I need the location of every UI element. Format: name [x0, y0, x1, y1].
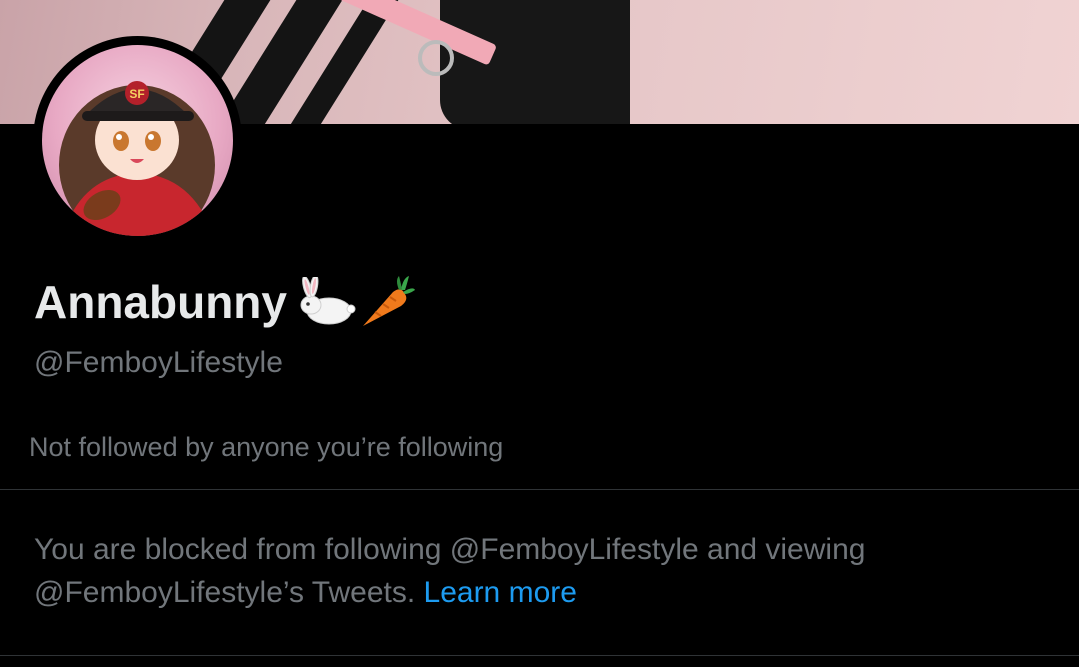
rabbit-icon	[297, 277, 357, 327]
blocked-notice-line-2: @FemboyLifestyle’s Tweets. Learn more	[34, 571, 1054, 614]
banner-skirt	[440, 0, 630, 124]
divider	[0, 489, 1079, 490]
banner-ring	[418, 40, 454, 76]
learn-more-link[interactable]: Learn more	[424, 576, 577, 609]
avatar[interactable]: SF	[42, 45, 233, 236]
blocked-notice-line-1: You are blocked from following @FemboyLi…	[34, 533, 866, 566]
blocked-notice: You are blocked from following @FemboyLi…	[34, 528, 1054, 614]
blocked-notice-line-2-text: @FemboyLifestyle’s Tweets.	[34, 576, 416, 609]
followers-you-know-text[interactable]: Not followed by anyone you’re following	[29, 430, 503, 464]
display-name-text: Annabunny	[34, 276, 287, 328]
profile-handle: @FemboyLifestyle	[34, 346, 283, 379]
profile-display-name: Annabunny	[34, 274, 415, 330]
avatar-illustration: SF	[59, 81, 215, 236]
carrot-icon	[357, 274, 415, 330]
divider	[0, 655, 1079, 656]
svg-text:SF: SF	[129, 87, 144, 101]
